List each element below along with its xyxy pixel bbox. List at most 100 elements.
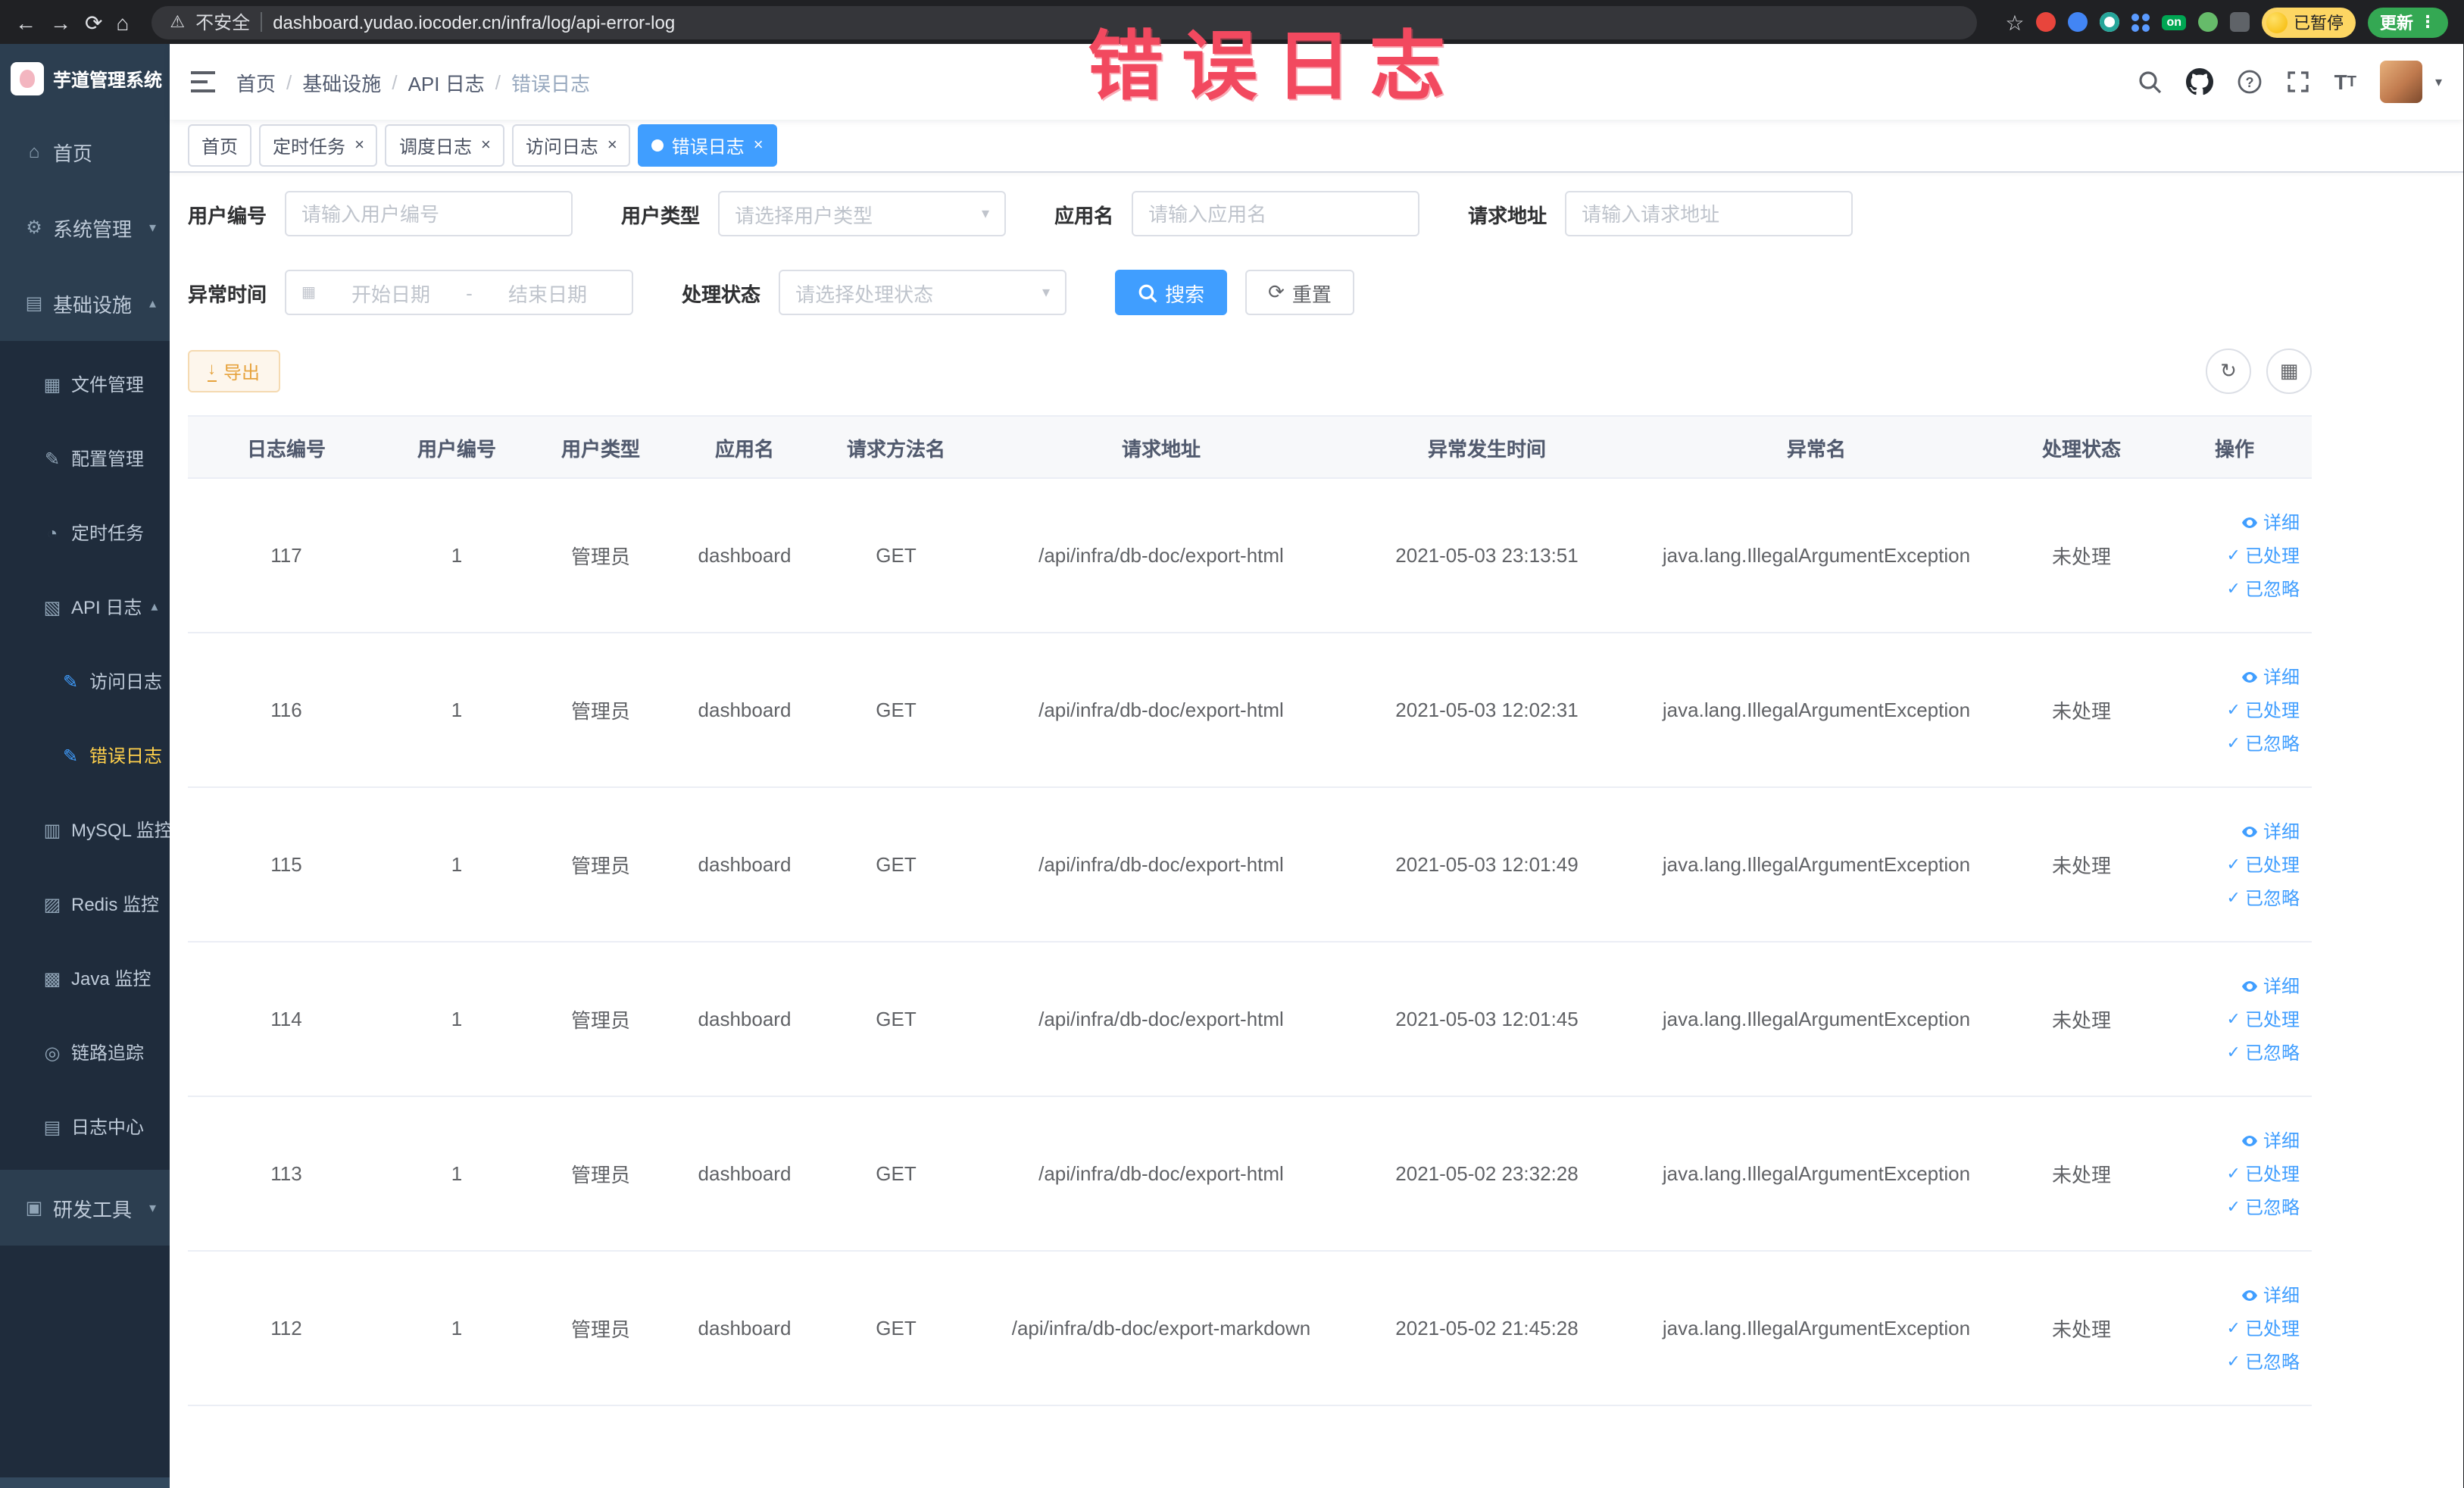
mark-processed-link[interactable]: ✓ 已处理 [2227, 542, 2300, 568]
sidebar-item-java-monitor[interactable]: ▩ Java 监控 [0, 941, 170, 1015]
extension-icon-on-badge[interactable]: on [2162, 14, 2186, 30]
sidebar-item-redis-monitor[interactable]: ▨ Redis 监控 [0, 867, 170, 941]
sidebar-item-api-log[interactable]: ▧ API 日志 ▴ [0, 570, 170, 644]
help-icon[interactable]: ? [2238, 70, 2262, 94]
fullscreen-icon[interactable] [2286, 70, 2310, 94]
sidebar-item-file-management[interactable]: ▦ 文件管理 [0, 347, 170, 421]
sidebar-item-error-log[interactable]: ✎ 错误日志 [0, 718, 170, 792]
close-icon[interactable]: × [754, 136, 764, 154]
tag-schedule-log[interactable]: 调度日志 × [385, 124, 504, 167]
column-header: 异常发生时间 [1427, 437, 1546, 460]
hamburger-icon[interactable] [191, 71, 215, 92]
user-type-label: 用户类型 [621, 204, 701, 227]
calendar-icon: ▦ [301, 284, 316, 301]
tag-access-log[interactable]: 访问日志 × [511, 124, 631, 167]
breadcrumb-api-log[interactable]: API 日志 [408, 67, 485, 96]
detail-link[interactable]: 详细 [2241, 509, 2300, 535]
home-icon[interactable]: ⌂ [116, 11, 129, 33]
detail-link[interactable]: 详细 [2241, 1127, 2300, 1153]
search-button[interactable]: 搜索 [1115, 270, 1228, 315]
extensions-puzzle-icon[interactable] [2230, 12, 2250, 32]
process-status-label: 处理状态 [682, 283, 761, 305]
chevron-down-icon: ▾ [1042, 284, 1051, 301]
status-cell: 未处理 [2051, 700, 2111, 723]
process-status-select[interactable]: 请选择处理状态 ▾ [779, 270, 1067, 315]
check-icon: ✓ [2226, 547, 2241, 565]
sidebar-item-scheduled-jobs[interactable]: ◔ 定时任务 [0, 495, 170, 570]
request-url-label: 请求地址 [1468, 204, 1547, 227]
tag-scheduled-jobs[interactable]: 定时任务 × [259, 124, 378, 167]
tag-error-log[interactable]: 错误日志 × [638, 124, 777, 167]
extension-icon-teal[interactable] [2100, 12, 2120, 32]
forward-icon[interactable]: → [50, 11, 71, 33]
log-center-icon: ▤ [43, 1116, 61, 1137]
profile-sync-paused-badge[interactable]: 已暂停 [2262, 7, 2356, 37]
sidebar-item-log-center[interactable]: ▤ 日志中心 [0, 1089, 170, 1164]
mark-processed-link[interactable]: ✓ 已处理 [2227, 1161, 2300, 1186]
sidebar-item-system-management[interactable]: ⚙ 系统管理 ▾ [0, 189, 170, 265]
mark-ignored-link[interactable]: ✓ 已忽略 [2227, 1349, 2300, 1374]
search-icon[interactable] [2138, 70, 2162, 94]
sidebar-item-config-management[interactable]: ✎ 配置管理 [0, 421, 170, 495]
check-icon: ✓ [2226, 1044, 2241, 1062]
mark-processed-link[interactable]: ✓ 已处理 [2227, 1006, 2300, 1032]
user-type-select[interactable]: 请选择用户类型 ▾ [718, 191, 1007, 236]
font-size-icon[interactable]: TT [2334, 70, 2356, 94]
mark-ignored-link[interactable]: ✓ 已忽略 [2227, 885, 2300, 911]
mark-processed-link[interactable]: ✓ 已处理 [2227, 852, 2300, 877]
extension-icon-grid[interactable] [2131, 13, 2150, 31]
sidebar-item-infrastructure[interactable]: ▤ 基础设施 ▴ [0, 265, 170, 341]
chevron-up-icon: ▴ [148, 295, 156, 310]
address-bar[interactable]: ⚠ 不安全 dashboard.yudao.iocoder.cn/infra/l… [151, 5, 1977, 39]
chevron-down-icon[interactable]: ▾ [2435, 73, 2442, 90]
navbar-actions: ? TT ▾ [2138, 61, 2442, 103]
export-button[interactable]: ↓ 导出 [188, 350, 280, 392]
app-logo[interactable]: 芋道管理系统 [0, 44, 170, 114]
detail-link[interactable]: 详细 [2241, 1282, 2300, 1308]
app-name-input[interactable] [1132, 191, 1420, 236]
sidebar-item-mysql-monitor[interactable]: ▥ MySQL 监控 [0, 792, 170, 867]
detail-link[interactable]: 详细 [2241, 818, 2300, 844]
reset-button[interactable]: ⟳ 重置 [1245, 270, 1354, 315]
filter-row-1: 用户编号 用户类型 请选择用户类型 ▾ 应用名 [188, 191, 2312, 236]
mark-ignored-link[interactable]: ✓ 已忽略 [2227, 1194, 2300, 1220]
mark-ignored-link[interactable]: ✓ 已忽略 [2227, 1039, 2300, 1065]
close-icon[interactable]: × [481, 136, 491, 154]
toggle-columns-button[interactable]: ▦ [2266, 349, 2312, 394]
table-toolbar: ↓ 导出 ↻ ▦ [188, 349, 2312, 394]
detail-link[interactable]: 详细 [2241, 973, 2300, 999]
column-header: 操作 [2214, 437, 2254, 460]
sidebar-item-home[interactable]: ⌂ 首页 [0, 114, 170, 189]
browser-update-button[interactable]: 更新 ⋮ [2368, 7, 2448, 37]
github-icon[interactable] [2185, 68, 2213, 95]
chevron-down-icon: ▾ [148, 219, 156, 234]
sidebar-item-trace[interactable]: ◎ 链路追踪 [0, 1015, 170, 1089]
close-icon[interactable]: × [607, 136, 617, 154]
check-icon: ✓ [2226, 1353, 2241, 1371]
mark-processed-link[interactable]: ✓ 已处理 [2227, 697, 2300, 723]
sidebar-item-access-log[interactable]: ✎ 访问日志 [0, 644, 170, 718]
request-url-input[interactable] [1565, 191, 1853, 236]
detail-link[interactable]: 详细 [2241, 664, 2300, 689]
mark-ignored-link[interactable]: ✓ 已忽略 [2227, 730, 2300, 756]
user-id-input[interactable] [285, 191, 573, 236]
tag-home[interactable]: 首页 [188, 124, 252, 167]
refresh-table-button[interactable]: ↻ [2206, 349, 2251, 394]
mark-ignored-link[interactable]: ✓ 已忽略 [2227, 576, 2300, 602]
check-icon: ✓ [2226, 856, 2241, 874]
extension-icon-blue[interactable] [2068, 12, 2088, 32]
breadcrumb-home[interactable]: 首页 [236, 67, 276, 96]
infrastructure-submenu: ▦ 文件管理 ✎ 配置管理 ◔ 定时任务 ▧ API 日志 ▴ ✎ 访问日志 ✎… [0, 341, 170, 1170]
extension-icon-red[interactable] [2036, 12, 2056, 32]
back-icon[interactable]: ← [15, 11, 36, 33]
mark-processed-link[interactable]: ✓ 已处理 [2227, 1315, 2300, 1341]
reload-icon[interactable]: ⟳ [85, 11, 102, 33]
extension-icon-green[interactable] [2198, 12, 2218, 32]
user-avatar[interactable] [2380, 61, 2423, 103]
file-icon: ▦ [43, 374, 61, 395]
breadcrumb-infrastructure[interactable]: 基础设施 [302, 67, 381, 96]
bookmark-star-icon[interactable]: ☆ [2005, 11, 2024, 33]
close-icon[interactable]: × [354, 136, 364, 154]
date-range-picker[interactable]: ▦ 开始日期 - 结束日期 [285, 270, 634, 315]
sidebar-item-dev-tools[interactable]: ▣ 研发工具 ▾ [0, 1170, 170, 1246]
